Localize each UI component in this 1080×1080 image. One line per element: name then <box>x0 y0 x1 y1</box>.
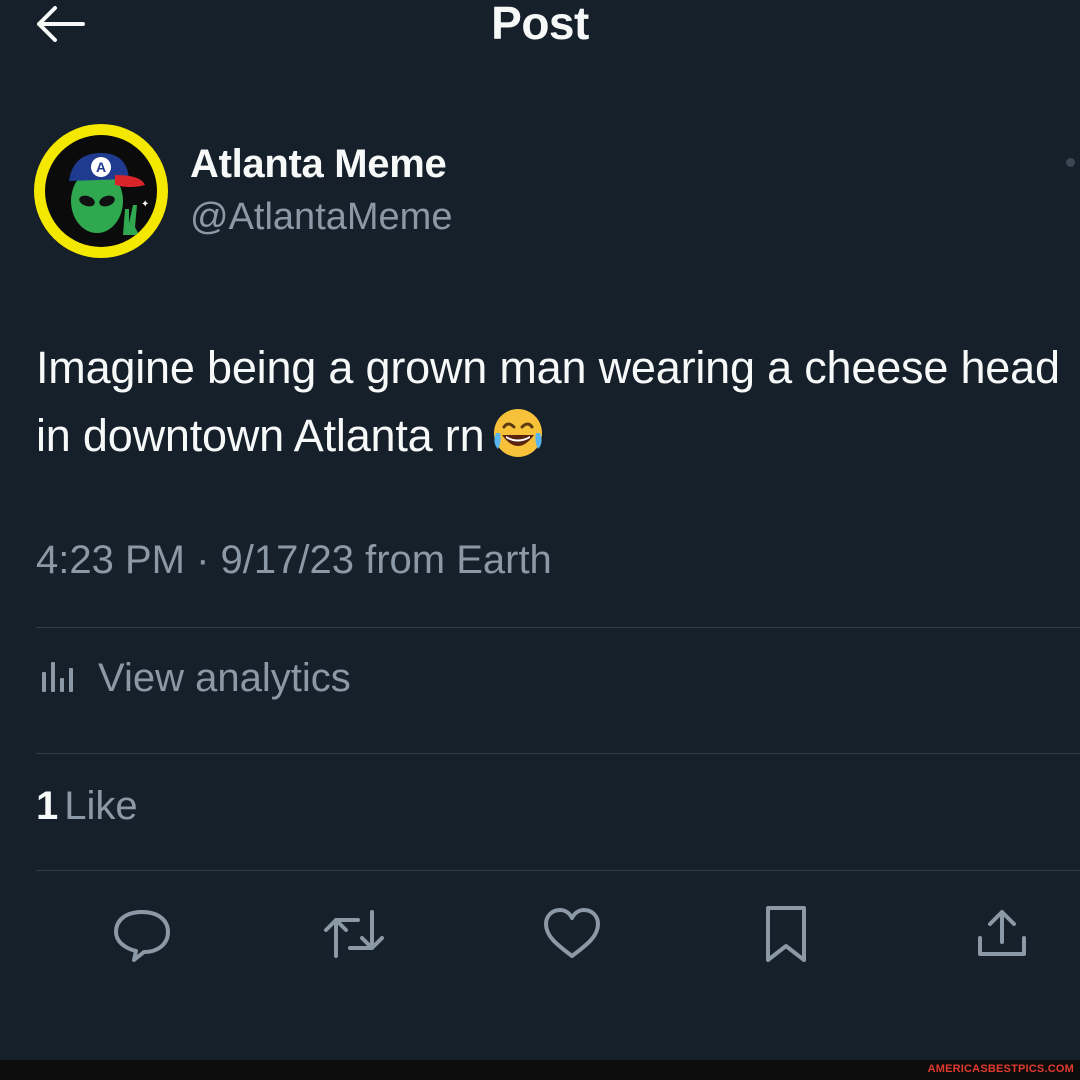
likes-count: 1 <box>36 784 59 828</box>
likes-label: Like <box>64 784 138 828</box>
repost-icon <box>322 906 386 967</box>
view-analytics-link[interactable]: View analytics <box>40 656 351 701</box>
post-timestamp[interactable]: 4:23 PM · 9/17/23 from Earth <box>36 538 552 583</box>
reply-button[interactable] <box>110 904 174 968</box>
tweet-text-content: Imagine being a grown man wearing a chee… <box>36 342 1060 461</box>
avatar-cap-letter: A <box>96 159 106 175</box>
divider <box>36 870 1080 871</box>
like-button[interactable] <box>540 904 604 968</box>
avatar[interactable]: A ✦ <box>34 124 168 258</box>
reply-icon <box>112 906 172 967</box>
analytics-bars-icon <box>40 658 76 699</box>
repost-button[interactable] <box>322 904 386 968</box>
avatar-image: A ✦ <box>45 135 157 247</box>
page-title: Post <box>491 0 589 49</box>
view-analytics-label: View analytics <box>98 656 351 700</box>
footer-bar <box>0 1060 1080 1080</box>
bookmark-button[interactable] <box>754 904 818 968</box>
more-options-icon[interactable] <box>1066 158 1075 167</box>
svg-text:✦: ✦ <box>141 199 149 210</box>
share-button[interactable] <box>970 904 1034 968</box>
tweet-text: Imagine being a grown man wearing a chee… <box>36 334 1066 480</box>
divider <box>36 627 1080 628</box>
handle[interactable]: @AtlantaMeme <box>190 196 452 239</box>
laughing-emoji-icon <box>490 405 546 480</box>
likes-summary[interactable]: 1 Like <box>36 784 138 829</box>
watermark: AMERICASBESTPICS.COM <box>927 1063 1074 1075</box>
bookmark-icon <box>762 904 810 969</box>
share-icon <box>974 906 1030 967</box>
divider <box>36 753 1080 754</box>
display-name[interactable]: Atlanta Meme <box>190 142 447 187</box>
post-page: Post A ✦ Atlanta Meme @AtlantaMeme Imagi… <box>0 0 1080 1060</box>
heart-icon <box>542 906 602 967</box>
